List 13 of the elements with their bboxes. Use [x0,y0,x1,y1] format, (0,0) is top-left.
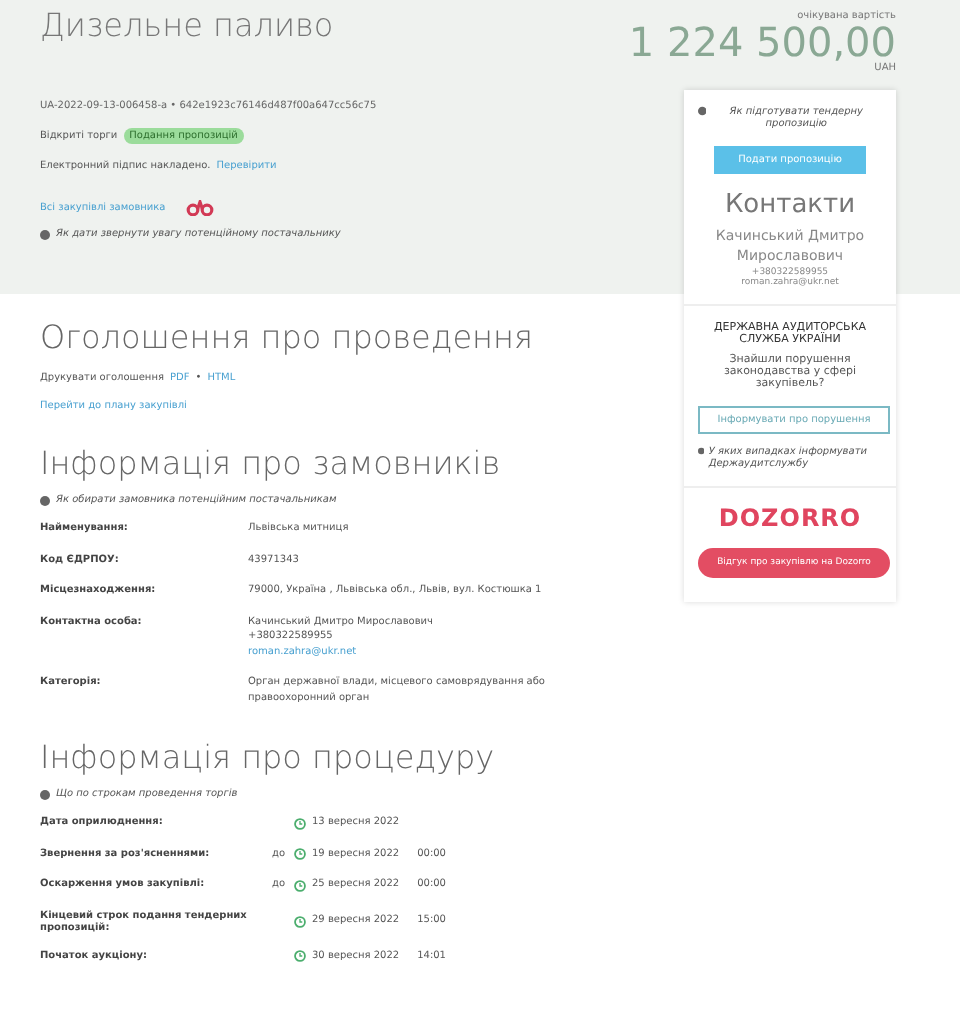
clock-icon [294,848,306,861]
dozorro-logo: DOZORRO [716,503,864,532]
glasses-icon[interactable] [185,200,214,216]
clock-icon [294,879,306,892]
clock-icon [294,915,306,927]
page-title: Дизельне паливо [40,6,336,44]
contacts-title: Контакти [722,190,858,220]
section-title: Оголошення про проведення [40,318,533,356]
clock-icon [294,817,306,830]
section-title: Інформація про замовників [40,444,501,482]
section-title: Інформація про процедуру [40,738,495,776]
expected-value: 1 224 500,00 [626,22,896,62]
clock-icon [294,950,306,963]
